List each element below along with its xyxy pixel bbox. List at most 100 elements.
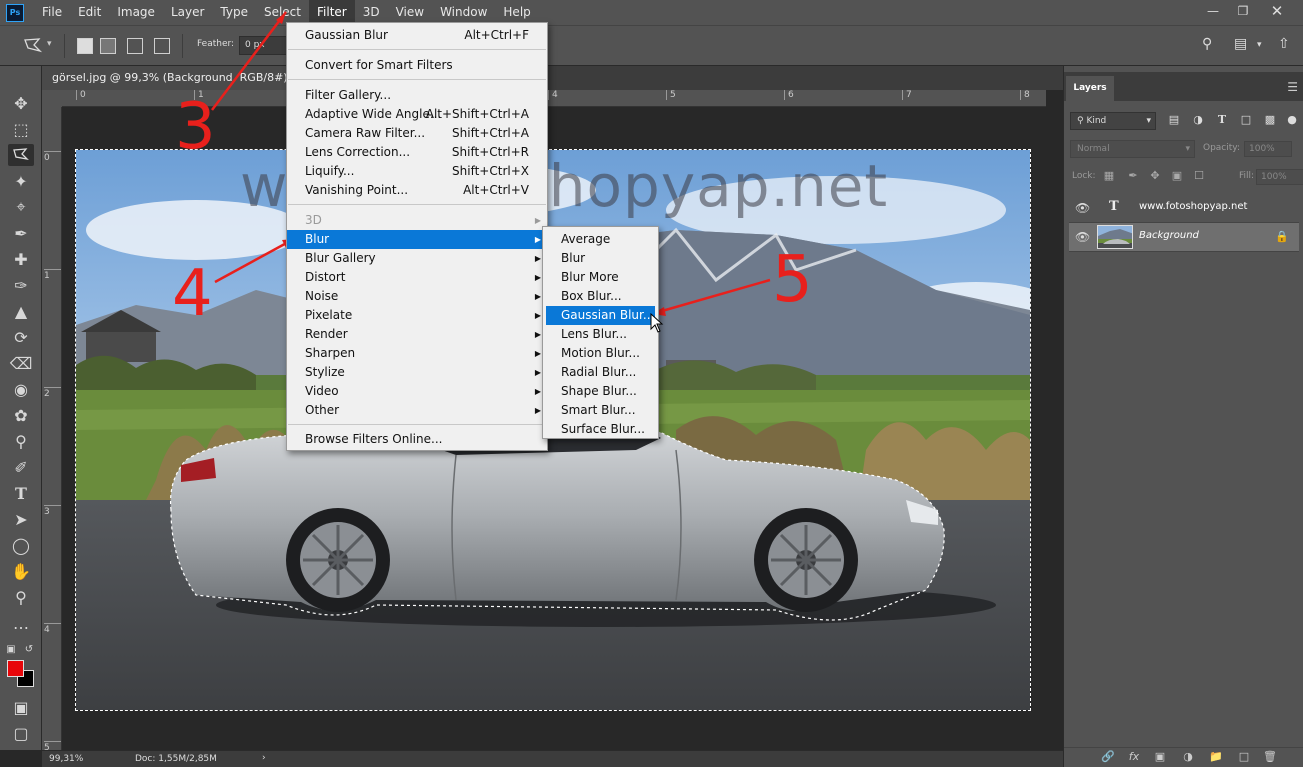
lock-artboard-icon[interactable]: ▣ (1170, 169, 1184, 183)
crop-tool-icon[interactable]: ⌖ (8, 196, 34, 218)
adjustment-layer-icon[interactable]: ◑ (1180, 750, 1196, 766)
default-colors-icon[interactable]: ▣ (4, 638, 18, 660)
eye-icon[interactable]: 👁 (1075, 230, 1090, 244)
blur-item-surface-blur[interactable]: Surface Blur... (543, 420, 658, 439)
blur-item-radial-blur[interactable]: Radial Blur... (543, 363, 658, 382)
path-selection-icon[interactable]: ➤ (8, 508, 34, 530)
ruler-origin[interactable] (42, 90, 62, 107)
new-layer-icon[interactable]: □ (1236, 750, 1252, 766)
screen-mode-icon[interactable]: ▢ (8, 722, 34, 744)
lasso-tool-icon[interactable] (8, 144, 34, 166)
zoom-level[interactable]: 99,31% (49, 754, 83, 764)
zoom-tool-icon[interactable]: ⚲ (8, 586, 34, 608)
filter-menu-item-distort[interactable]: Distort ▶ (287, 268, 547, 287)
filter-menu-item-adaptive-wide-angle[interactable]: Adaptive Wide Angle... Alt+Shift+Ctrl+A (287, 105, 547, 124)
subtract-from-selection-icon[interactable] (127, 38, 143, 54)
filter-menu-item-liquify[interactable]: Liquify... Shift+Ctrl+X (287, 162, 547, 181)
workspace-chevron-icon[interactable]: ▾ (1257, 40, 1262, 50)
vertical-ruler[interactable]: 012345 (42, 107, 62, 753)
filter-menu-item-blur[interactable]: Blur ▶ (287, 230, 547, 249)
link-layers-icon[interactable]: 🔗 (1100, 750, 1116, 766)
lock-icon[interactable]: 🔒 (1275, 230, 1289, 243)
workspace-icon[interactable]: ▤ (1234, 36, 1247, 52)
filter-menu-item-lens-correction[interactable]: Lens Correction... Shift+Ctrl+R (287, 143, 547, 162)
eraser-icon[interactable]: ⌫ (8, 352, 34, 374)
smart-object-filter-icon[interactable]: ▩ (1262, 113, 1278, 129)
delete-layer-icon[interactable]: 🗑 (1262, 750, 1278, 766)
blur-item-motion-blur[interactable]: Motion Blur... (543, 344, 658, 363)
add-to-selection-icon[interactable] (100, 38, 116, 54)
blur-item-box-blur[interactable]: Box Blur... (543, 287, 658, 306)
filter-menu-item-noise[interactable]: Noise ▶ (287, 287, 547, 306)
filter-menu-item-convert-smart[interactable]: Convert for Smart Filters (287, 56, 547, 75)
eyedropper-icon[interactable]: ✒ (8, 222, 34, 244)
filter-menu-item-filter-gallery[interactable]: Filter Gallery... (287, 86, 547, 105)
blur-item-lens-blur[interactable]: Lens Blur... (543, 325, 658, 344)
layer-row[interactable]: 👁 Background 🔒 (1069, 223, 1299, 252)
menu-image[interactable]: Image (109, 0, 163, 25)
ellipse-tool-icon[interactable]: ◯ (8, 534, 34, 556)
filter-menu-item-video[interactable]: Video ▶ (287, 382, 547, 401)
close-icon[interactable]: ✕ (1262, 0, 1292, 22)
share-icon[interactable]: ⇧ (1278, 36, 1290, 52)
menu-layer[interactable]: Layer (163, 0, 212, 25)
eye-icon[interactable]: 👁 (1075, 201, 1090, 215)
chevron-right-icon[interactable]: › (262, 753, 266, 763)
filter-menu-item-stylize[interactable]: Stylize ▶ (287, 363, 547, 382)
fill-input[interactable]: 100% (1256, 169, 1303, 185)
filter-menu-item-sharpen[interactable]: Sharpen ▶ (287, 344, 547, 363)
pen-tool-icon[interactable]: ✐ (8, 456, 34, 478)
paint-bucket-icon[interactable]: ◉ (8, 378, 34, 400)
filter-menu-item-other[interactable]: Other ▶ (287, 401, 547, 420)
blend-mode-select[interactable]: Normal ▾ (1070, 140, 1195, 158)
layer-kind-filter[interactable]: ⚲ Kind ▾ (1070, 112, 1156, 130)
foreground-color-swatch[interactable] (7, 660, 24, 677)
blur-item-average[interactable]: Average (543, 230, 658, 249)
lock-image-icon[interactable]: ✒ (1126, 169, 1140, 183)
type-filter-icon[interactable]: T (1214, 113, 1230, 129)
menu-type[interactable]: Type (212, 0, 256, 25)
blur-item-blur-more[interactable]: Blur More (543, 268, 658, 287)
lock-position-icon[interactable]: ✥ (1148, 169, 1162, 183)
polygonal-lasso-icon[interactable] (22, 36, 44, 56)
filter-menu-item-render[interactable]: Render ▶ (287, 325, 547, 344)
hand-tool-icon[interactable]: ✋ (8, 560, 34, 582)
move-tool-icon[interactable]: ✥ (8, 92, 34, 114)
lock-transparent-icon[interactable]: ▦ (1102, 169, 1116, 183)
filter-menu-item-last-filter[interactable]: Gaussian Blur Alt+Ctrl+F (287, 26, 547, 45)
filter-menu-item-blur-gallery[interactable]: Blur Gallery ▶ (287, 249, 547, 268)
document-tab[interactable]: görsel.jpg @ 99,3% (Background, RGB/8#) … (42, 66, 307, 90)
filter-menu-item-pixelate[interactable]: Pixelate ▶ (287, 306, 547, 325)
intersect-selection-icon[interactable] (154, 38, 170, 54)
magic-wand-icon[interactable]: ✦ (8, 170, 34, 192)
panel-menu-icon[interactable]: ☰ (1287, 80, 1298, 94)
tool-preset-chevron-icon[interactable]: ▾ (47, 39, 52, 49)
feather-input[interactable]: 0 px (239, 36, 287, 55)
opacity-input[interactable]: 100% (1244, 141, 1292, 157)
shape-filter-icon[interactable]: □ (1238, 113, 1254, 129)
menu-file[interactable]: File (34, 0, 70, 25)
quick-mask-icon[interactable]: ▣ (8, 696, 34, 718)
blur-item-shape-blur[interactable]: Shape Blur... (543, 382, 658, 401)
blur-item-smart-blur[interactable]: Smart Blur... (543, 401, 658, 420)
dodge-tool-icon[interactable]: ⚲ (8, 430, 34, 452)
swap-colors-icon[interactable]: ↺ (22, 638, 36, 660)
layer-style-icon[interactable]: fx (1126, 750, 1142, 766)
minimize-icon[interactable]: — (1198, 0, 1228, 22)
blur-item-gaussian-blur[interactable]: Gaussian Blur... (546, 306, 655, 325)
restore-icon[interactable]: ❐ (1228, 0, 1258, 22)
filter-menu-item-vanishing-point[interactable]: Vanishing Point... Alt+Ctrl+V (287, 181, 547, 200)
adjustment-filter-icon[interactable]: ◑ (1190, 113, 1206, 129)
search-icon[interactable]: ⚲ (1202, 36, 1212, 52)
marquee-tool-icon[interactable]: ⬚ (8, 118, 34, 140)
layer-row[interactable]: 👁 T www.fotoshopyap.net (1069, 194, 1299, 223)
filter-menu-item-camera-raw[interactable]: Camera Raw Filter... Shift+Ctrl+A (287, 124, 547, 143)
history-brush-icon[interactable]: ⟳ (8, 326, 34, 348)
more-tools-icon[interactable]: … (8, 612, 34, 634)
healing-brush-icon[interactable]: ✚ (8, 248, 34, 270)
brush-tool-icon[interactable]: ✑ (8, 274, 34, 296)
blur-item-blur[interactable]: Blur (543, 249, 658, 268)
pixel-filter-icon[interactable]: ▤ (1166, 113, 1182, 129)
clone-stamp-icon[interactable]: ▲ (8, 300, 34, 322)
new-selection-icon[interactable] (77, 38, 93, 54)
